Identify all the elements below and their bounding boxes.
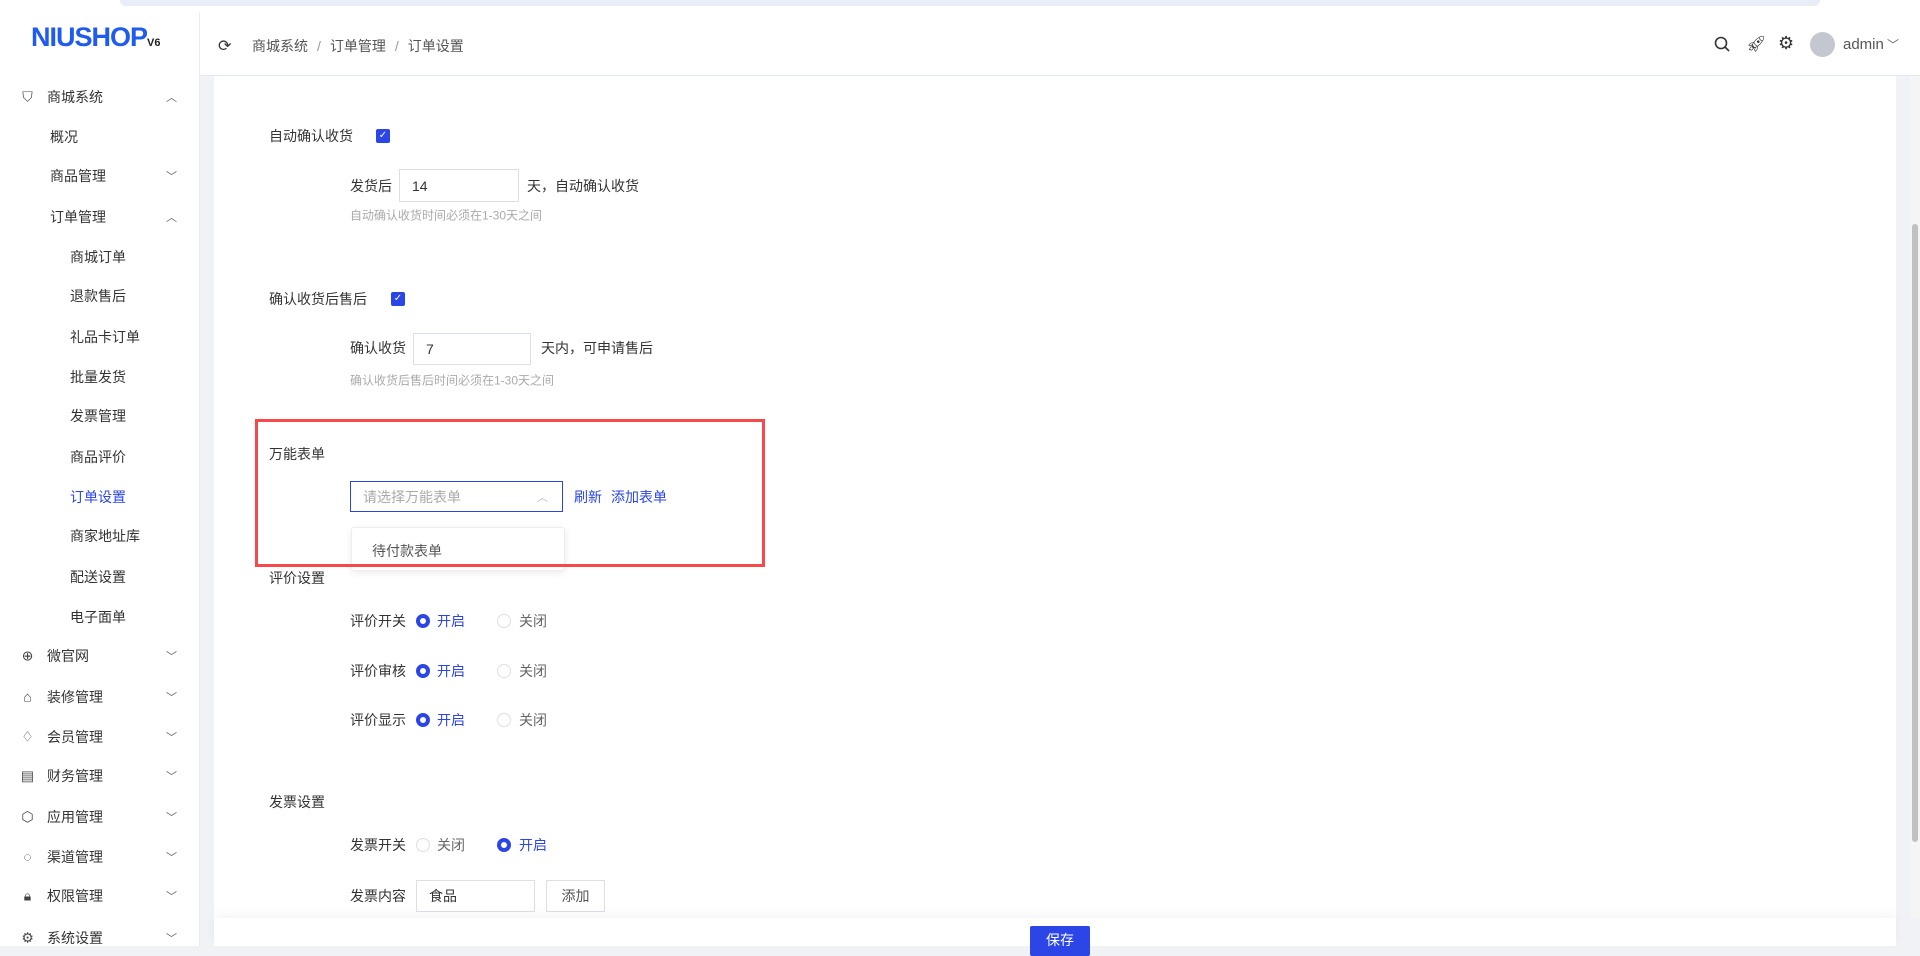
review-on-radio[interactable] [416, 664, 430, 678]
invoice-off-label[interactable]: 关闭 [437, 835, 465, 855]
sidebar-item[interactable]: 商城系统 [47, 87, 103, 107]
sidebar-item[interactable]: 权限管理 [47, 886, 103, 906]
user-name[interactable]: admin [1843, 36, 1884, 53]
review-off-radio[interactable] [497, 664, 511, 678]
sidebar-item[interactable]: 微官网 [47, 646, 89, 666]
sidebar-item[interactable]: 商城订单 [70, 247, 126, 267]
review-row-label: 评价显示 [350, 712, 406, 728]
invoice-add-button[interactable]: 添加 [546, 880, 605, 912]
sidebar-item[interactable]: 应用管理 [47, 807, 103, 827]
auto-confirm-hint: 自动确认收货时间必须在1-30天之间 [350, 208, 543, 223]
brush-icon: ⌂ [23, 688, 32, 705]
cube-icon: ⬡ [21, 808, 34, 825]
breadcrumb-item[interactable]: 商城系统 [252, 38, 308, 54]
logo[interactable]: NIUSHOPV6 [31, 22, 161, 53]
bag-icon: ⛉ [22, 88, 33, 105]
channel-icon: ◌ [23, 848, 32, 865]
after-sale-prefix: 确认收货 [350, 340, 406, 356]
chevron-down-icon[interactable]: ﹀ [1887, 36, 1899, 53]
sidebar-item[interactable]: 批量发货 [70, 367, 126, 387]
review-row-label: 评价开关 [350, 613, 406, 629]
auto-confirm-checkbox[interactable]: ✓ [376, 129, 390, 143]
browser-top-bar [0, 0, 1920, 12]
chevron-up-icon[interactable]: ︿ [166, 89, 177, 105]
invoice-switch-label: 发票开关 [350, 837, 406, 853]
review-off-label[interactable]: 关闭 [519, 611, 547, 631]
sidebar-item[interactable]: 商品管理 [50, 166, 106, 186]
invoice-on-label[interactable]: 开启 [519, 835, 547, 855]
auto-confirm-prefix: 发货后 [350, 178, 392, 194]
save-button[interactable]: 保存 [1030, 926, 1090, 956]
sidebar-item[interactable]: 订单管理 [50, 207, 106, 227]
invoice-content-label: 发票内容 [350, 888, 406, 904]
after-sale-suffix: 天内，可申请售后 [541, 340, 653, 356]
chevron-down-icon[interactable]: ﹀ [166, 809, 177, 825]
after-sale-checkbox[interactable]: ✓ [391, 292, 405, 306]
chevron-down-icon[interactable]: ﹀ [166, 888, 177, 904]
review-off-radio[interactable] [497, 713, 511, 727]
sidebar-item[interactable]: 装修管理 [47, 687, 103, 707]
invoice-content-input[interactable]: 食品 [416, 880, 535, 912]
review-on-label[interactable]: 开启 [437, 661, 465, 681]
auto-confirm-suffix: 天，自动确认收货 [527, 178, 639, 194]
sidebar-item[interactable]: 订单设置 [70, 487, 126, 507]
review-off-label[interactable]: 关闭 [519, 661, 547, 681]
gear-icon[interactable]: ⚙ [1778, 33, 1794, 54]
breadcrumb-item: 订单设置 [407, 38, 464, 54]
chevron-down-icon[interactable]: ﹀ [166, 168, 177, 184]
sidebar-item[interactable]: 商品评价 [70, 447, 126, 467]
invoice-off-radio[interactable] [416, 838, 430, 852]
sidebar-item[interactable]: 礼品卡订单 [70, 327, 140, 347]
sidebar-item[interactable]: 会员管理 [47, 727, 103, 747]
sidebar [0, 12, 200, 946]
chevron-down-icon[interactable]: ﹀ [166, 930, 177, 946]
auto-confirm-days-input[interactable]: 14 [399, 169, 519, 202]
search-icon[interactable] [1714, 36, 1731, 53]
review-off-label[interactable]: 关闭 [519, 710, 547, 730]
avatar[interactable] [1810, 32, 1835, 57]
diamond-icon: ♢ [21, 728, 34, 745]
sidebar-item[interactable]: 发票管理 [70, 406, 126, 426]
refresh-icon[interactable]: ⟳ [218, 36, 231, 56]
sidebar-item[interactable]: 商家地址库 [70, 526, 140, 546]
review-row-label: 评价审核 [350, 663, 406, 679]
sidebar-item[interactable]: 配送设置 [70, 567, 126, 587]
auto-confirm-label: 自动确认收货 [269, 128, 353, 144]
chevron-down-icon[interactable]: ﹀ [166, 648, 177, 664]
review-on-label[interactable]: 开启 [437, 710, 465, 730]
gear-icon: ⚙ [21, 929, 34, 946]
chevron-down-icon[interactable]: ﹀ [166, 849, 177, 865]
chevron-down-icon[interactable]: ﹀ [166, 768, 177, 784]
after-sale-days-input[interactable]: 7 [413, 333, 531, 365]
chevron-down-icon[interactable]: ﹀ [166, 729, 177, 745]
sidebar-item[interactable]: 概况 [50, 127, 78, 147]
review-off-radio[interactable] [497, 614, 511, 628]
review-on-label[interactable]: 开启 [437, 611, 465, 631]
review-label: 评价设置 [269, 570, 325, 586]
invoice-on-radio[interactable] [497, 838, 511, 852]
highlight-box [255, 419, 765, 567]
sidebar-item[interactable]: 系统设置 [47, 928, 103, 948]
globe-icon: ⊕ [21, 647, 34, 664]
breadcrumb-item[interactable]: 订单管理 [330, 38, 386, 54]
chevron-up-icon[interactable]: ︿ [166, 209, 177, 225]
review-on-radio[interactable] [416, 713, 430, 727]
review-on-radio[interactable] [416, 614, 430, 628]
sidebar-item[interactable]: 电子面单 [70, 607, 126, 627]
breadcrumb: 商城系统 / 订单管理 / 订单设置 [252, 38, 464, 54]
sidebar-item[interactable]: 渠道管理 [47, 847, 103, 867]
lock-icon: 🔒︎ [23, 887, 32, 904]
finance-icon: ▤ [20, 767, 35, 784]
after-sale-label: 确认收货后售后 [269, 291, 367, 307]
scrollbar[interactable] [1910, 76, 1920, 918]
invoice-label: 发票设置 [269, 794, 325, 810]
sidebar-item[interactable]: 退款售后 [70, 286, 126, 306]
sidebar-item[interactable]: 财务管理 [47, 766, 103, 786]
chevron-down-icon[interactable]: ﹀ [166, 689, 177, 705]
after-sale-hint: 确认收货后售后时间必须在1-30天之间 [350, 373, 555, 388]
rocket-icon[interactable]: 🚀︎ [1746, 34, 1766, 54]
